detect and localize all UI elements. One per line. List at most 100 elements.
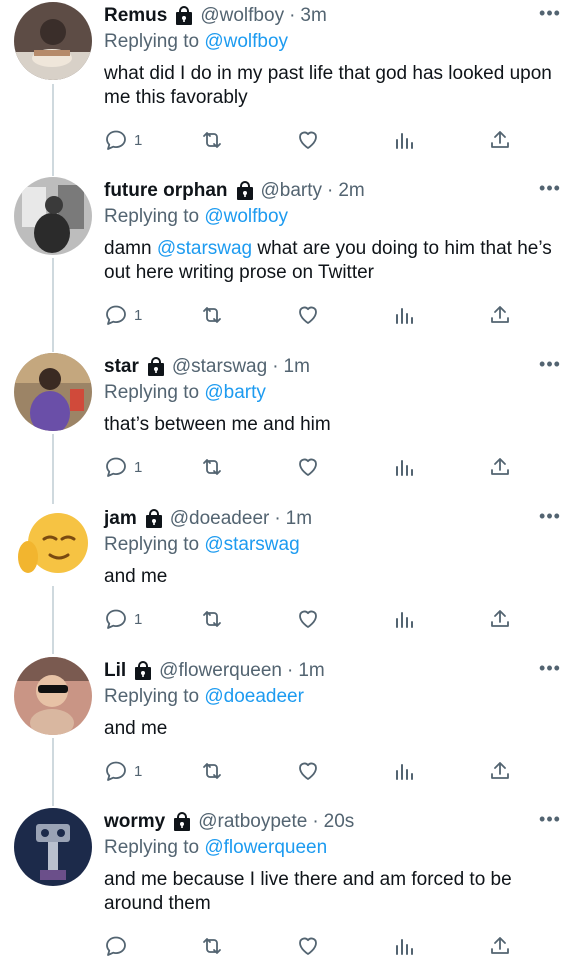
tweet-text: damn @starswag what are you doing to him… (104, 237, 562, 285)
replying-to: Replying to @wolfboy (104, 29, 562, 54)
user-handle[interactable]: @starswag (172, 355, 267, 379)
display-name[interactable]: Lil (104, 659, 126, 683)
replying-mention[interactable]: @wolfboy (204, 206, 288, 227)
more-icon[interactable]: ••• (538, 507, 562, 525)
reply-button[interactable]: 1 (104, 605, 142, 633)
heart-icon (296, 759, 320, 783)
analytics-button[interactable] (392, 757, 416, 785)
reply-button[interactable] (104, 932, 134, 960)
reply-button[interactable]: 1 (104, 453, 142, 481)
display-name[interactable]: star (104, 355, 139, 379)
analytics-button[interactable] (392, 126, 416, 154)
reply-count: 1 (134, 458, 143, 476)
replying-mention[interactable]: @barty (204, 382, 266, 403)
avatar[interactable] (14, 177, 92, 255)
retweet-button[interactable] (200, 301, 224, 329)
timestamp[interactable]: 2m (338, 179, 364, 203)
like-button[interactable] (296, 126, 320, 154)
replying-mention[interactable]: @wolfboy (204, 31, 288, 52)
share-button[interactable] (488, 605, 512, 633)
thread-line (52, 258, 54, 352)
tweet-actions: 1 (104, 301, 524, 329)
reply-icon (104, 455, 128, 479)
timestamp[interactable]: 3m (300, 4, 326, 28)
share-button[interactable] (488, 757, 512, 785)
reply-button[interactable]: 1 (104, 757, 142, 785)
tweet-mention[interactable]: @starswag (157, 238, 252, 259)
timestamp[interactable]: 1m (286, 507, 312, 531)
user-handle[interactable]: @barty (261, 179, 323, 203)
user-handle[interactable]: @ratboypete (198, 810, 307, 834)
display-name[interactable]: jam (104, 507, 137, 531)
tweet-text: that’s between me and him (104, 414, 331, 435)
like-button[interactable] (296, 301, 320, 329)
retweet-button[interactable] (200, 605, 224, 633)
analytics-button[interactable] (392, 605, 416, 633)
share-button[interactable] (488, 301, 512, 329)
retweet-icon (200, 128, 224, 152)
replying-mention[interactable]: @doeadeer (204, 686, 304, 707)
more-icon[interactable]: ••• (538, 179, 562, 197)
share-icon (488, 934, 512, 958)
replying-to: Replying to @wolfboy (104, 204, 562, 229)
share-icon (488, 303, 512, 327)
thread-line (52, 434, 54, 504)
avatar[interactable] (14, 2, 92, 80)
tweet-header: wormy @ratboypete · 20s (104, 810, 562, 834)
replying-to: Replying to @barty (104, 380, 562, 405)
like-button[interactable] (296, 453, 320, 481)
lock-icon (235, 181, 255, 201)
more-icon[interactable]: ••• (538, 810, 562, 828)
display-name[interactable]: Remus (104, 4, 167, 28)
separator: · (312, 811, 319, 832)
avatar[interactable] (14, 505, 92, 583)
more-icon[interactable]: ••• (538, 4, 562, 22)
retweet-button[interactable] (200, 932, 224, 960)
tweet-actions: 1 (104, 757, 524, 785)
user-handle[interactable]: @flowerqueen (159, 659, 282, 683)
like-button[interactable] (296, 757, 320, 785)
reply-icon (104, 759, 128, 783)
analytics-button[interactable] (392, 301, 416, 329)
timestamp[interactable]: 1m (284, 355, 310, 379)
like-button[interactable] (296, 605, 320, 633)
replying-prefix: Replying to (104, 382, 200, 403)
replying-to: Replying to @flowerqueen (104, 835, 562, 860)
avatar[interactable] (14, 808, 92, 886)
share-icon (488, 607, 512, 631)
tweet-text: what did I do in my past life that god h… (104, 63, 552, 108)
reply-icon (104, 934, 128, 958)
retweet-icon (200, 607, 224, 631)
tweet-text: and me (104, 566, 168, 587)
retweet-button[interactable] (200, 126, 224, 154)
share-button[interactable] (488, 453, 512, 481)
analytics-button[interactable] (392, 932, 416, 960)
like-button[interactable] (296, 932, 320, 960)
timestamp[interactable]: 20s (324, 810, 355, 834)
replying-mention[interactable]: @flowerqueen (204, 837, 327, 858)
display-name[interactable]: wormy (104, 810, 165, 834)
share-button[interactable] (488, 126, 512, 154)
analytics-button[interactable] (392, 453, 416, 481)
reply-button[interactable]: 1 (104, 126, 142, 154)
tweet-actions: 1 (104, 126, 524, 154)
timestamp[interactable]: 1m (298, 659, 324, 683)
lock-icon (146, 357, 166, 377)
tweet-header: jam @doeadeer · 1m (104, 507, 562, 531)
avatar[interactable] (14, 657, 92, 735)
replying-mention[interactable]: @starswag (204, 534, 299, 555)
separator: · (274, 508, 281, 529)
retweet-button[interactable] (200, 453, 224, 481)
lock-icon (133, 661, 153, 681)
more-icon[interactable]: ••• (538, 659, 562, 677)
display-name[interactable]: future orphan (104, 179, 228, 203)
user-handle[interactable]: @doeadeer (170, 507, 270, 531)
more-icon[interactable]: ••• (538, 355, 562, 373)
user-handle[interactable]: @wolfboy (200, 4, 284, 28)
reply-button[interactable]: 1 (104, 301, 142, 329)
retweet-icon (200, 759, 224, 783)
avatar[interactable] (14, 353, 92, 431)
retweet-button[interactable] (200, 757, 224, 785)
share-button[interactable] (488, 932, 512, 960)
thread-line (52, 586, 54, 654)
